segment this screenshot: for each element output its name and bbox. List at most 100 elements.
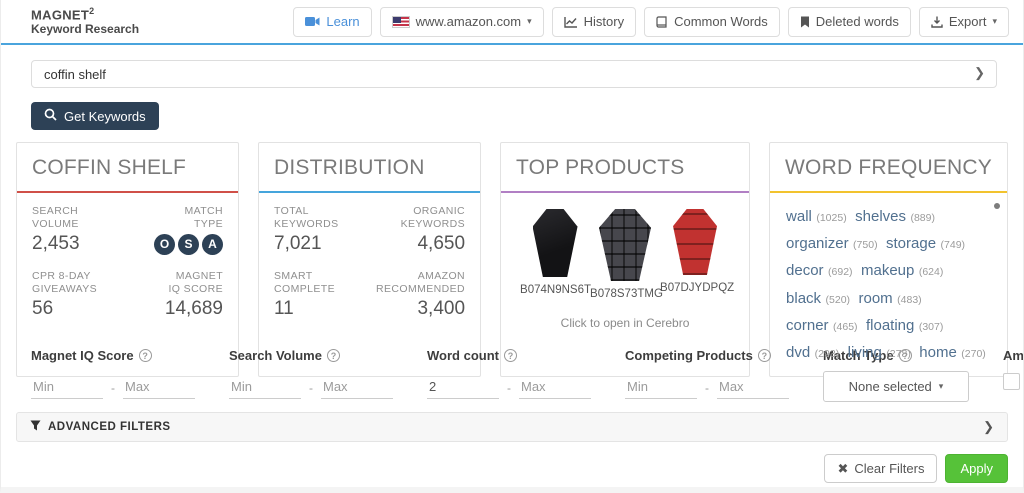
cpr-giveaways-stat: CPR 8-DAY GIVEAWAYS 56 (32, 270, 128, 321)
cerebro-note: Click to open in Cerebro (516, 316, 734, 330)
magnet-iq-min-input[interactable] (31, 377, 103, 399)
product-image-red-coffin-shelf (673, 209, 717, 275)
match-type-label: MATCH TYPE (128, 205, 224, 230)
organic-badge: O (154, 234, 175, 255)
match-type-stat: MATCH TYPE O S A (128, 205, 224, 256)
range-dash: - (309, 381, 313, 395)
chevron-down-icon: ▾ (939, 381, 944, 392)
funnel-icon (30, 420, 41, 434)
organic-keywords-stat: ORGANIC KEYWORDS 4,650 (370, 205, 466, 256)
product-image-gray-coffin-organizer (599, 209, 651, 281)
cpr-giveaways-label: CPR 8-DAY GIVEAWAYS (32, 270, 128, 295)
amazon-recommended-badge: A (202, 234, 223, 255)
total-keywords-stat: TOTAL KEYWORDS 7,021 (274, 205, 370, 256)
keyword-card-title: COFFIN SHELF (17, 143, 238, 193)
keyword-card-body: SEARCH VOLUME 2,453 MATCH TYPE O S A CPR… (17, 193, 238, 376)
product-item[interactable]: B078S73TMG (590, 209, 660, 300)
product-image-black-coffin-shelf (533, 209, 578, 277)
filters-footer: ✖ Clear Filters Apply (16, 454, 1008, 483)
export-button[interactable]: Export ▾ (919, 7, 1009, 37)
word-frequency-item[interactable]: organizer 750 (786, 235, 878, 252)
top-products-card-body: B074N9NS6T B078S73TMG B07DJYDPQZ Click t… (501, 193, 749, 376)
cpr-giveaways-value: 56 (32, 298, 128, 321)
word-frequency-item[interactable]: dvd 293 (786, 344, 839, 361)
word-frequency-item[interactable]: corner 465 (786, 317, 858, 334)
x-icon: ✖ (837, 461, 848, 477)
word-frequency-item[interactable]: black 520 (786, 290, 850, 307)
distribution-card: DISTRIBUTION TOTAL KEYWORDS 7,021 ORGANI… (258, 142, 481, 377)
word-count-min-input[interactable] (427, 377, 499, 399)
competing-products-max-input[interactable] (717, 377, 789, 399)
amazon-recommended-label: AMAZON RECOMMENDED (370, 270, 466, 295)
chevron-right-icon[interactable]: ❯ (974, 65, 985, 81)
logo-subtitle: Keyword Research (31, 23, 139, 37)
deleted-words-button[interactable]: Deleted words (788, 7, 911, 37)
word-frequency-item[interactable]: shelves 889 (855, 208, 935, 225)
app-logo: MAGNET2 Keyword Research (31, 6, 139, 37)
get-keywords-button[interactable]: Get Keywords (31, 102, 159, 130)
product-item[interactable]: B074N9NS6T (520, 209, 590, 300)
word-frequency-item[interactable]: living 278 (848, 344, 911, 361)
word-frequency-item[interactable]: decor 692 (786, 262, 853, 279)
search-volume-stat: SEARCH VOLUME 2,453 (32, 205, 128, 256)
product-asin: B074N9NS6T (520, 284, 590, 296)
top-products-card: TOP PRODUCTS B074N9NS6T B078S73TMG B07DJ… (500, 142, 750, 377)
video-camera-icon (305, 16, 320, 27)
smart-complete-value: 11 (274, 298, 370, 321)
us-flag-icon (392, 16, 410, 28)
top-products-card-title: TOP PRODUCTS (501, 143, 749, 193)
smart-complete-label: SMART COMPLETE (274, 270, 370, 295)
total-keywords-value: 7,021 (274, 233, 370, 256)
search-volume-value: 2,453 (32, 233, 128, 256)
clear-filters-button[interactable]: ✖ Clear Filters (824, 454, 937, 483)
magnet-iq-label: MAGNET IQ SCORE (128, 270, 224, 295)
learn-button[interactable]: Learn (293, 7, 371, 37)
organic-keywords-value: 4,650 (370, 233, 466, 256)
magnet-iq-stat: MAGNET IQ SCORE 14,689 (128, 270, 224, 321)
search-icon (44, 108, 57, 124)
magnet-iq-value: 14,689 (128, 298, 224, 321)
smart-complete-badge: S (178, 234, 199, 255)
keyword-search-input[interactable] (31, 60, 997, 88)
word-frequency-card-title: WORD FREQUENCY (770, 143, 1007, 193)
word-frequency-item[interactable]: storage 749 (886, 235, 965, 252)
search-volume-max-input[interactable] (321, 377, 393, 399)
keyword-search-wrap: ❯ (31, 60, 997, 88)
marketplace-select[interactable]: www.amazon.com ▾ (380, 7, 544, 37)
magnet-iq-max-input[interactable] (123, 377, 195, 399)
product-asin: B07DJYDPQZ (660, 282, 730, 294)
app-header: MAGNET2 Keyword Research Learn www.amazo… (1, 0, 1023, 45)
scrollbar-dot[interactable] (994, 203, 1000, 209)
word-frequency-item[interactable]: wall 1025 (786, 208, 847, 225)
competing-products-min-input[interactable] (625, 377, 697, 399)
range-dash: - (111, 381, 115, 395)
advanced-filters-bar[interactable]: ADVANCED FILTERS ❯ (16, 412, 1008, 442)
apply-button[interactable]: Apply (945, 454, 1008, 483)
search-volume-label: SEARCH VOLUME (32, 205, 128, 230)
help-icon[interactable]: ? (758, 349, 771, 362)
word-count-max-input[interactable] (519, 377, 591, 399)
distribution-card-title: DISTRIBUTION (259, 143, 480, 193)
chevron-down-icon: ▾ (527, 16, 532, 27)
amazon-recommended-stat: AMAZON RECOMMENDED 3,400 (370, 270, 466, 321)
amazon-recommended-value: 3,400 (370, 298, 466, 321)
word-frequency-card: WORD FREQUENCY wall 1025 shelves 889 org… (769, 142, 1008, 377)
search-volume-min-input[interactable] (229, 377, 301, 399)
total-keywords-label: TOTAL KEYWORDS (274, 205, 370, 230)
chart-line-icon (564, 16, 578, 28)
chevron-down-icon: ▾ (992, 16, 997, 27)
word-frequency-item[interactable]: home 270 (919, 344, 986, 361)
word-frequency-item[interactable]: makeup 624 (861, 262, 943, 279)
word-frequency-item[interactable]: room 483 (859, 290, 922, 307)
header-buttons: Learn www.amazon.com ▾ History Common Wo… (293, 7, 1009, 37)
history-button[interactable]: History (552, 7, 636, 37)
smart-complete-stat: SMART COMPLETE 11 (274, 270, 370, 321)
chevron-right-icon: ❯ (983, 419, 994, 435)
match-type-badges: O S A (128, 234, 224, 255)
keyword-summary-card: COFFIN SHELF SEARCH VOLUME 2,453 MATCH T… (16, 142, 239, 377)
product-item[interactable]: B07DJYDPQZ (660, 209, 730, 300)
common-words-button[interactable]: Common Words (644, 7, 780, 37)
organic-keywords-label: ORGANIC KEYWORDS (370, 205, 466, 230)
logo-title: MAGNET2 (31, 6, 139, 23)
word-frequency-item[interactable]: floating 307 (866, 317, 943, 334)
